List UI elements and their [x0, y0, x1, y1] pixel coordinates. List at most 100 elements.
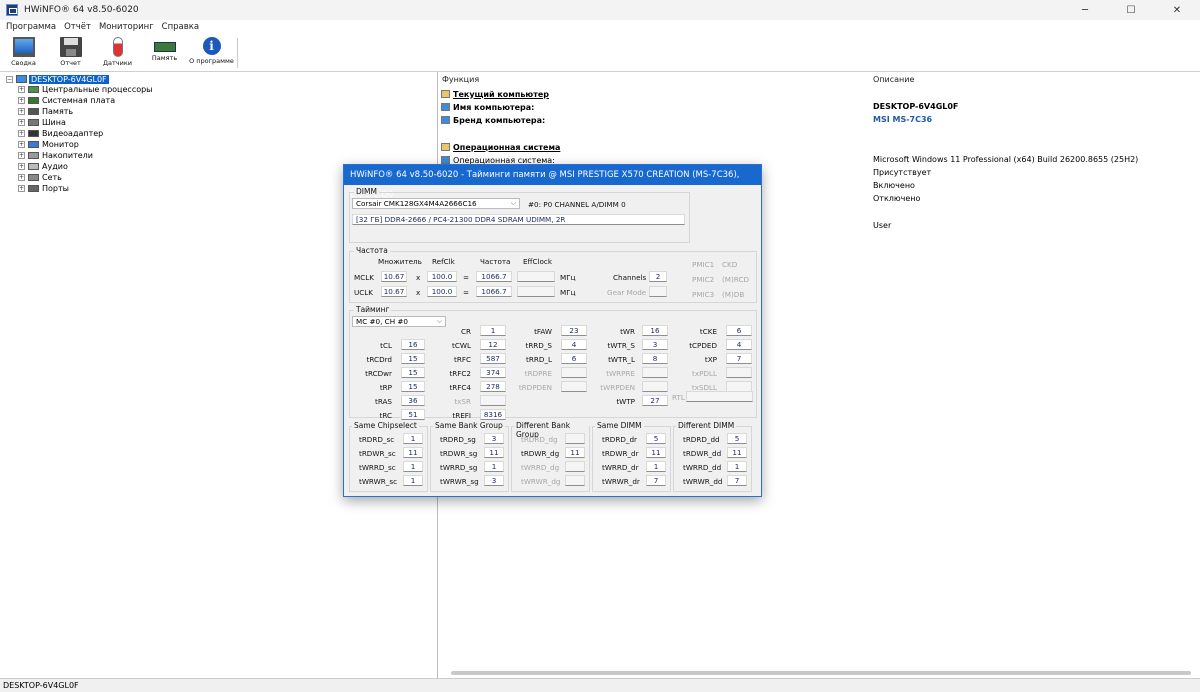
turnaround-label: tRDRD_dr	[602, 435, 637, 444]
dialog-title[interactable]: HWiNFO® 64 v8.50-6020 - Тайминги памяти …	[344, 165, 761, 200]
minimize-button[interactable]: ─	[1062, 0, 1108, 20]
memory-button[interactable]: Память	[141, 34, 188, 71]
multiplier-value: 10.67	[381, 286, 407, 297]
turnaround-label: tRDWR_dg	[521, 449, 560, 458]
turnaround-label: tRDRD_sc	[359, 435, 395, 444]
tree-item-label: Аудио	[42, 161, 68, 171]
unit-mhz: МГц	[560, 288, 576, 297]
timing-value: 23	[561, 325, 587, 336]
detail-label: Текущий компьютер	[453, 89, 549, 99]
tree-item-label: Сеть	[42, 172, 62, 182]
timing-label: txSR	[454, 397, 471, 406]
multiplier-value: 10.67	[381, 271, 407, 282]
computer-icon	[441, 116, 450, 124]
tree-item-label: Системная плата	[42, 95, 116, 105]
detail-value: Присутствует	[873, 168, 932, 177]
folder-icon	[441, 90, 450, 98]
report-button[interactable]: Отчет	[47, 34, 94, 71]
tree-item[interactable]: + Память	[18, 106, 73, 116]
tree-item[interactable]: + Монитор	[18, 139, 79, 149]
multiply-sign: x	[416, 273, 421, 282]
device-category-icon	[28, 129, 39, 137]
timing-value: 278	[480, 381, 506, 392]
expand-icon[interactable]: +	[18, 162, 25, 170]
toolbar-separator	[237, 38, 238, 68]
menu-program[interactable]: Программа	[6, 22, 56, 32]
expand-icon[interactable]: +	[18, 85, 25, 93]
gear-mode-value	[649, 286, 667, 297]
timing-value: 12	[480, 339, 506, 350]
dimm-description: [32 ГБ] DDR4-2666 / PC4-21300 DDR4 SDRAM…	[352, 214, 685, 225]
tree-item[interactable]: + Системная плата	[18, 95, 115, 105]
horizontal-scrollbar[interactable]	[451, 671, 1191, 675]
turnaround-label: tWRRD_sc	[359, 463, 396, 472]
tree-item[interactable]: + Сеть	[18, 172, 62, 182]
timing-label: tRDPDEN	[518, 383, 552, 392]
device-category-icon	[28, 173, 39, 181]
tree-root[interactable]: − DESKTOP-6V4GL0F	[6, 74, 109, 84]
turnaround-value: 1	[403, 461, 423, 472]
menu-report[interactable]: Отчёт	[64, 22, 91, 32]
rtl-label: RTL	[672, 393, 685, 402]
detail-value: Отключено	[873, 194, 921, 203]
dimm-select[interactable]: Corsair CMK128GX4M4A2666C16 ⌵	[352, 198, 520, 209]
header-effclock: EffClock	[523, 257, 553, 266]
timing-label: tWRPDEN	[600, 383, 635, 392]
detail-label: Бренд компьютера:	[453, 115, 546, 125]
sensors-button[interactable]: Датчики	[94, 34, 141, 71]
tree-item[interactable]: + Аудио	[18, 161, 68, 171]
timing-value: 51	[401, 409, 425, 420]
turnaround-label: tWRWR_dd	[683, 477, 723, 486]
timing-value: 36	[401, 395, 425, 406]
expand-icon[interactable]: +	[18, 151, 25, 159]
detail-row[interactable]: Бренд компьютера:	[441, 114, 545, 126]
tree-root-label[interactable]: DESKTOP-6V4GL0F	[29, 74, 109, 84]
tree-item[interactable]: + Накопители	[18, 150, 93, 160]
expand-icon[interactable]: +	[18, 140, 25, 148]
column-header-description[interactable]: Описание	[873, 75, 914, 84]
window-title: HWiNFO® 64 v8.50-6020	[24, 5, 139, 15]
device-category-icon	[28, 96, 39, 104]
summary-button[interactable]: Сводка	[0, 34, 47, 71]
title-bar[interactable]: HWiNFO® 64 v8.50-6020 ─ ☐ ✕	[0, 0, 1200, 20]
timing-label: tRRD_S	[525, 341, 553, 350]
expand-icon[interactable]: +	[18, 129, 25, 137]
tree-item[interactable]: + Видеоадаптер	[18, 128, 103, 138]
expand-icon[interactable]: +	[18, 184, 25, 192]
header-multiplier: Множитель	[378, 257, 422, 266]
pmic-value: (M)DB	[722, 290, 745, 299]
channel-select[interactable]: MC #0, CH #0 ⌵	[352, 316, 446, 327]
turnaround-label: tWRRD_dg	[521, 463, 560, 472]
expand-icon[interactable]: +	[18, 118, 25, 126]
close-button[interactable]: ✕	[1154, 0, 1200, 20]
device-category-icon	[28, 162, 39, 170]
detail-row[interactable]: Имя компьютера:	[441, 101, 534, 113]
tree-item[interactable]: + Шина	[18, 117, 66, 127]
memory-icon	[153, 42, 176, 52]
expand-icon[interactable]: +	[18, 173, 25, 181]
turnaround-label: tRDWR_dd	[683, 449, 722, 458]
timing-value	[561, 367, 587, 378]
column-header-function[interactable]: Функция	[442, 75, 479, 84]
pmic-value: CKD	[722, 260, 738, 269]
unit-mhz: МГц	[560, 273, 576, 282]
detail-row[interactable]: Текущий компьютер	[441, 88, 549, 100]
tree-item[interactable]: + Центральные процессоры	[18, 84, 153, 94]
computer-icon	[441, 156, 450, 164]
expand-icon[interactable]: +	[18, 96, 25, 104]
menu-monitoring[interactable]: Мониторинг	[99, 22, 154, 32]
timing-value	[726, 367, 752, 378]
about-button[interactable]: i О программе	[188, 34, 235, 71]
detail-row[interactable]: Операционная система	[441, 141, 560, 153]
computer-icon	[16, 75, 27, 83]
memory-timings-dialog[interactable]: HWiNFO® 64 v8.50-6020 - Тайминги памяти …	[343, 164, 762, 497]
timing-value: 6	[726, 325, 752, 336]
menu-help[interactable]: Справка	[162, 22, 199, 32]
tree-item[interactable]: + Порты	[18, 183, 69, 193]
expand-icon[interactable]: +	[18, 107, 25, 115]
tree-item-label: Накопители	[42, 150, 93, 160]
frequency-value: 1066.7	[476, 271, 512, 282]
maximize-button[interactable]: ☐	[1108, 0, 1154, 20]
timing-label: tWR	[620, 327, 635, 336]
collapse-icon[interactable]: −	[6, 75, 13, 83]
